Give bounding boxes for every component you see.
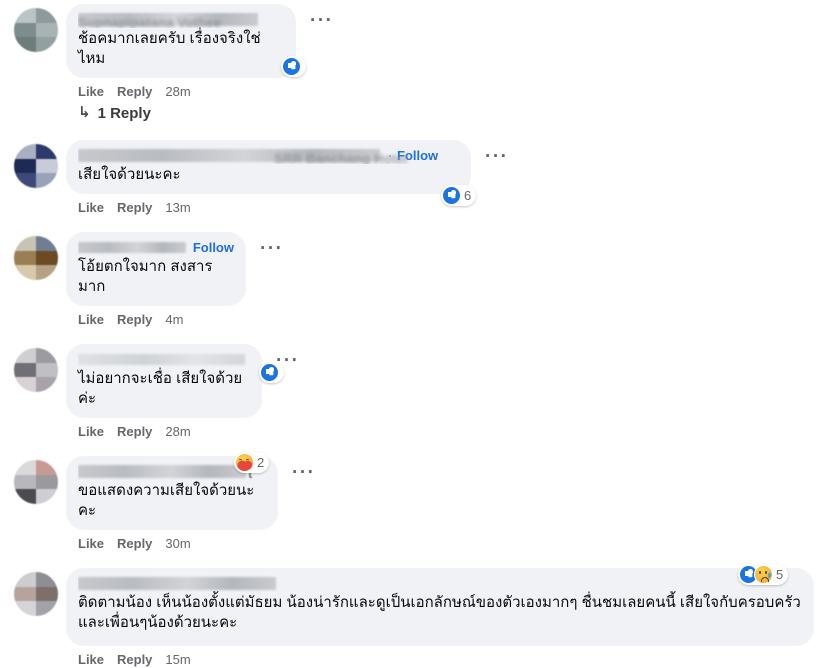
comment-bubble: SRR Banchang Hotel · Follow เสียใจด้วยนะ… [66,140,471,194]
comment-bubble-row: Supnapipatana Vothee ช้อคมากเลยครับ เรื่… [66,4,820,78]
reply-button[interactable]: Reply [117,312,152,328]
reaction-pill[interactable]: 5 [738,564,789,585]
reaction-pill[interactable]: 2 [234,452,270,473]
comment-bubble: ไม่อยากจะเชื่อ เสียใจด้วยค่ะ [66,344,262,418]
comment-bubble-row: ไม่อยากจะเชื่อ เสียใจด้วยค่ะ ··· [66,344,820,418]
comment-text: ติดตามน้อง เห็นน้องตั้งแต่มัธยม น้องน่าร… [78,594,801,631]
comment-item: Supnapipatana Vothee ช้อคมากเลยครับ เรื่… [0,0,820,122]
comment-bubble: Supnapipatana Vothee ช้อคมากเลยครับ เรื่… [66,4,296,78]
reaction-count: 2 [257,455,265,470]
author-name: SRR Banchang Hotel [274,151,408,164]
comment-bubble: ติดตามน้อง เห็นน้องตั้งแต่มัธยม น้องน่าร… [66,568,814,646]
reply-button[interactable]: Reply [117,536,152,552]
comment-actions: Like Reply 28m [66,418,820,440]
reply-arrow-icon: ↳ [78,104,91,121]
reaction-pill[interactable] [259,362,284,383]
comment-body: ไม่อยากจะเชื่อ เสียใจด้วยค่ะ ··· Like Re… [66,344,820,440]
avatar[interactable] [14,460,58,504]
comment-text: โอ้ยตกใจมาก สงสารมาก [78,258,213,295]
comment-item: Follow โอ้ยตกใจมาก สงสารมาก ··· Like Rep… [0,216,820,328]
like-button[interactable]: Like [78,84,104,100]
redaction-bar [78,577,276,590]
replies-count-label: 1 Reply [97,104,151,122]
author-name-line[interactable]: Supnapipatana Vothee [78,11,284,28]
timestamp[interactable]: 13m [165,200,190,216]
author-name-line[interactable]: SRR Banchang Hotel · Follow [78,147,459,164]
comment-body: Follow โอ้ยตกใจมาก สงสารมาก ··· Like Rep… [66,232,820,328]
timestamp[interactable]: 4m [165,312,183,328]
timestamp[interactable]: 30m [165,536,190,552]
reaction-count: 6 [464,188,472,203]
reply-button[interactable]: Reply [117,652,152,668]
like-button[interactable]: Like [78,200,104,216]
comment-text: ช้อคมากเลยครับ เรื่องจริงใช่ไหม [78,30,261,67]
comment-body: ติดตามน้อง เห็นน้องตั้งแต่มัธยม น้องน่าร… [66,568,820,668]
comment-options-icon[interactable]: ··· [278,456,325,482]
avatar[interactable] [14,236,58,280]
comment-options-icon[interactable]: ··· [471,140,518,166]
care-reaction-icon [235,453,254,472]
redaction-bar [78,354,245,365]
view-replies-link[interactable]: ↳ 1 Reply [66,100,820,122]
comment-body: SRR Banchang Hotel · Follow เสียใจด้วยนะ… [66,140,820,216]
reply-button[interactable]: Reply [117,84,152,100]
comment-actions: Like Reply 28m [66,78,820,100]
comment-bubble-row: ติดตามน้อง เห็นน้องตั้งแต่มัธยม น้องน่าร… [66,568,820,646]
comment-text: ขอแสดงความเสียใจด้วยนะคะ [78,482,255,519]
redaction-bar [78,465,246,478]
reaction-count: 5 [776,567,784,582]
comment-actions: Like Reply 30m [66,530,820,552]
comment-bubble-row: SRR Banchang Hotel · Follow เสียใจด้วยนะ… [66,140,820,194]
comment-item: t ขอแสดงความเสียใจด้วยนะคะ ··· Like Repl… [0,440,820,552]
comment-actions: Like Reply 4m [66,306,820,328]
avatar[interactable] [14,8,58,52]
comment-item: ติดตามน้อง เห็นน้องตั้งแต่มัธยม น้องน่าร… [0,552,820,668]
comment-bubble-row: t ขอแสดงความเสียใจด้วยนะคะ ··· [66,456,820,530]
like-button[interactable]: Like [78,536,104,552]
like-reaction-icon [442,186,461,205]
like-button[interactable]: Like [78,652,104,668]
timestamp[interactable]: 15m [165,652,190,668]
timestamp[interactable]: 28m [165,424,190,440]
comment-item: ไม่อยากจะเชื่อ เสียใจด้วยค่ะ ··· Like Re… [0,328,820,440]
like-button[interactable]: Like [78,312,104,328]
follow-link[interactable]: Follow [193,240,234,255]
comments-thread: Supnapipatana Vothee ช้อคมากเลยครับ เรื่… [0,0,820,667]
comment-options-icon[interactable]: ··· [246,232,293,258]
avatar[interactable] [14,348,58,392]
reply-button[interactable]: Reply [117,200,152,216]
reaction-pill[interactable] [281,56,306,77]
like-reaction-icon [282,57,301,76]
redaction-bar [78,242,186,253]
avatar[interactable] [14,144,58,188]
comment-body: t ขอแสดงความเสียใจด้วยนะคะ ··· Like Repl… [66,456,820,552]
author-name-line[interactable]: Follow [78,239,234,256]
like-button[interactable]: Like [78,424,104,440]
author-name-line[interactable] [78,575,802,592]
comment-bubble-row: Follow โอ้ยตกใจมาก สงสารมาก ··· [66,232,820,306]
avatar[interactable] [14,572,58,616]
comment-bubble: Follow โอ้ยตกใจมาก สงสารมาก [66,232,246,306]
comment-body: Supnapipatana Vothee ช้อคมากเลยครับ เรื่… [66,4,820,122]
reaction-pill[interactable]: 6 [441,185,477,206]
comment-actions: Like Reply 15m [66,646,820,668]
comment-text: ไม่อยากจะเชื่อ เสียใจด้วยค่ะ [78,370,243,407]
comment-item: SRR Banchang Hotel · Follow เสียใจด้วยนะ… [0,122,820,216]
comment-text: เสียใจด้วยนะคะ [78,166,181,183]
comment-options-icon[interactable]: ··· [296,4,343,30]
author-name-line[interactable] [78,351,250,368]
sad-reaction-icon [754,565,773,584]
like-reaction-icon [260,363,279,382]
timestamp[interactable]: 28m [165,84,190,100]
author-name: Supnapipatana Vothee [78,15,222,28]
reply-button[interactable]: Reply [117,424,152,440]
